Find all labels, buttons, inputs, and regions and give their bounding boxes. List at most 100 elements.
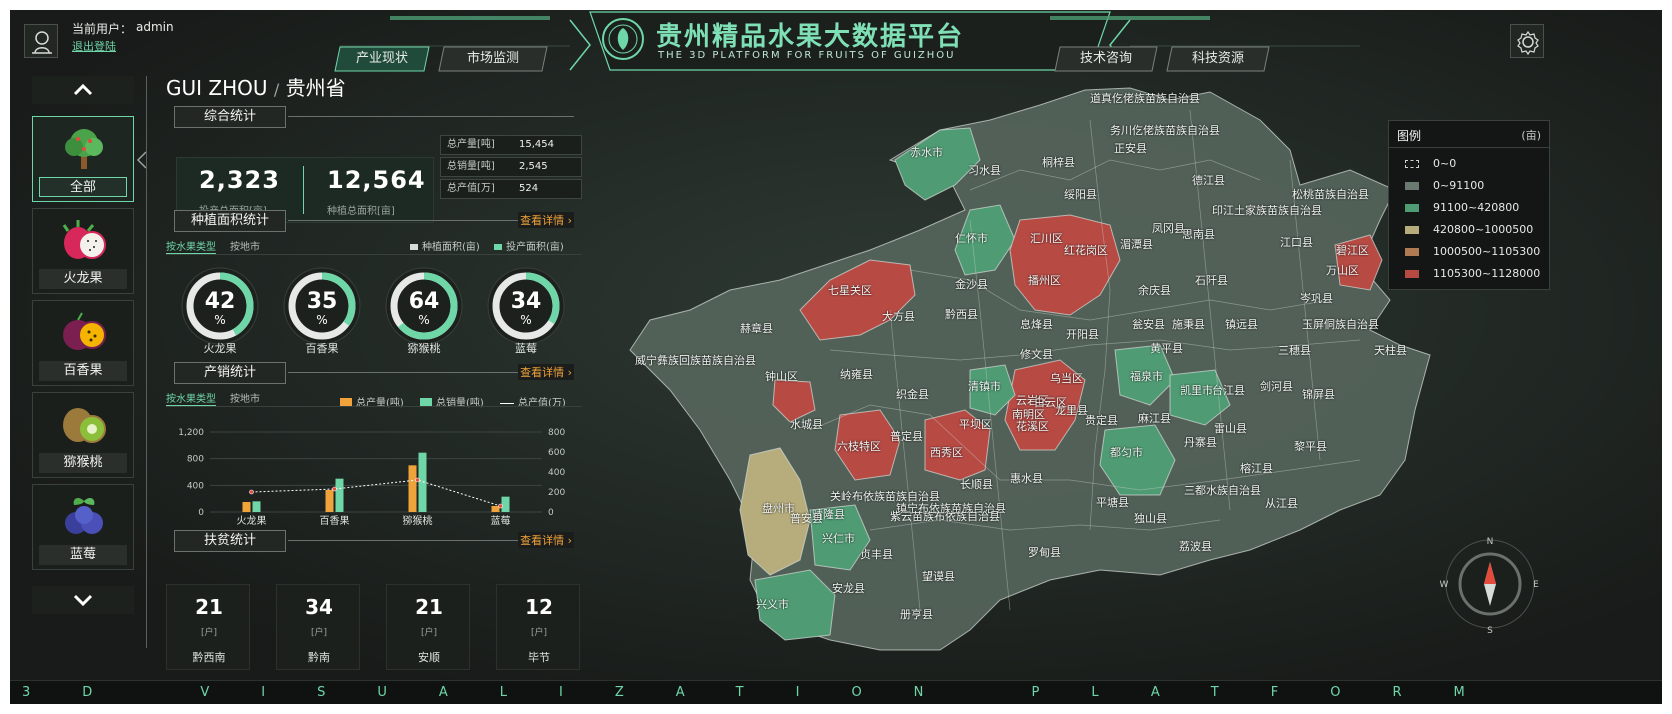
- map-county-label[interactable]: 独山县: [1134, 510, 1167, 526]
- map-county-label[interactable]: 三穗县: [1278, 342, 1311, 358]
- area-tab-by-city[interactable]: 按地市: [230, 238, 260, 253]
- map-county-label[interactable]: 汇川区: [1030, 230, 1063, 246]
- map-county-label[interactable]: 仁怀市: [955, 230, 988, 246]
- map-county-label[interactable]: 钟山区: [765, 368, 798, 384]
- map-county-label[interactable]: 赫章县: [740, 320, 773, 336]
- map-county-label[interactable]: 平坝区: [959, 416, 992, 432]
- map-county-label[interactable]: 麻江县: [1138, 410, 1171, 426]
- sidebar-item-all[interactable]: 全部: [32, 116, 134, 202]
- map-county-label[interactable]: 都匀市: [1110, 444, 1143, 460]
- map-county-label[interactable]: 印江土家族苗族自治县: [1212, 202, 1322, 218]
- sales-tab-by-city[interactable]: 按地市: [230, 390, 260, 405]
- map-county-label[interactable]: 息烽县: [1020, 316, 1053, 332]
- map-county-label[interactable]: 兴义市: [756, 596, 789, 612]
- area-tab-by-type[interactable]: 按水果类型: [166, 238, 216, 254]
- map-county-label[interactable]: 兴仁市: [822, 530, 855, 546]
- map-county-label[interactable]: 红花岗区: [1064, 242, 1108, 258]
- map-county-label[interactable]: 石阡县: [1195, 272, 1228, 288]
- map-county-label[interactable]: 习水县: [968, 162, 1001, 178]
- map-county-label[interactable]: 丹寨县: [1184, 434, 1217, 450]
- map-county-label[interactable]: 台江县: [1212, 382, 1245, 398]
- sidebar-item-dragon-fruit[interactable]: 火龙果: [32, 208, 134, 294]
- map-county-label[interactable]: 思南县: [1182, 226, 1215, 242]
- poverty-card-qianxinan[interactable]: 21 [户] 黔西南: [166, 584, 250, 670]
- map-county-label[interactable]: 锦屏县: [1302, 386, 1335, 402]
- tab-market[interactable]: 市场监测: [438, 46, 548, 72]
- map-county-label[interactable]: 松桃苗族自治县: [1292, 186, 1369, 202]
- map-county-label[interactable]: 剑河县: [1260, 378, 1293, 394]
- map-county-label[interactable]: 普安县: [790, 510, 823, 526]
- sidebar-item-blueberry[interactable]: 蓝莓: [32, 484, 134, 570]
- map-county-label[interactable]: 赤水市: [910, 144, 943, 160]
- map-county-label[interactable]: 凯里市: [1180, 382, 1213, 398]
- map-county-label[interactable]: 开阳县: [1066, 326, 1099, 342]
- map-county-label[interactable]: 威宁彝族回族苗族自治县: [635, 352, 756, 368]
- map-county-label[interactable]: 榕江县: [1240, 460, 1273, 476]
- map-county-label[interactable]: 桐梓县: [1042, 154, 1075, 170]
- map-county-label[interactable]: 碧江区: [1336, 242, 1369, 258]
- map-county-label[interactable]: 龙里县: [1055, 402, 1088, 418]
- poverty-more-link[interactable]: 查看详情 ›: [518, 532, 574, 548]
- map-county-label[interactable]: 平塘县: [1096, 494, 1129, 510]
- sidebar-item-kiwi[interactable]: 猕猴桃: [32, 392, 134, 478]
- map-county-label[interactable]: 安龙县: [832, 580, 865, 596]
- map-county-label[interactable]: 天柱县: [1374, 342, 1407, 358]
- map-county-label[interactable]: 惠水县: [1010, 470, 1043, 486]
- map-county-label[interactable]: 德江县: [1192, 172, 1225, 188]
- tab-tech-resource[interactable]: 科技资源: [1166, 46, 1270, 72]
- map-county-label[interactable]: 余庆县: [1138, 282, 1171, 298]
- map-county-label[interactable]: 六枝特区: [837, 438, 881, 454]
- map-county-label[interactable]: 万山区: [1326, 262, 1359, 278]
- logout-link[interactable]: 退出登陆: [72, 38, 116, 54]
- poverty-card-anshun[interactable]: 21 [户] 安顺: [386, 584, 470, 670]
- sales-tab-by-type[interactable]: 按水果类型: [166, 390, 216, 406]
- map-county-label[interactable]: 纳雍县: [840, 366, 873, 382]
- map-county-label[interactable]: 花溪区: [1016, 418, 1049, 434]
- map-county-label[interactable]: 水城县: [790, 416, 823, 432]
- sidebar-item-passion-fruit[interactable]: 百香果: [32, 300, 134, 386]
- map-county-label[interactable]: 乌当区: [1050, 370, 1083, 386]
- map-county-label[interactable]: 瓮安县: [1132, 316, 1165, 332]
- map-county-label[interactable]: 福泉市: [1130, 368, 1163, 384]
- poverty-card-bijie[interactable]: 12 [户] 毕节: [496, 584, 580, 670]
- map-county-label[interactable]: 三都水族自治县: [1184, 482, 1261, 498]
- sidebar-scroll-up[interactable]: [32, 76, 134, 104]
- map-county-label[interactable]: 大方县: [882, 308, 915, 324]
- map-county-label[interactable]: 西秀区: [930, 444, 963, 460]
- map-county-label[interactable]: 黔西县: [945, 306, 978, 322]
- settings-button[interactable]: [1510, 24, 1544, 58]
- map-county-label[interactable]: 岑巩县: [1300, 290, 1333, 306]
- map-county-label[interactable]: 玉屏侗族自治县: [1302, 316, 1379, 332]
- map-county-label[interactable]: 普定县: [890, 428, 923, 444]
- map-county-label[interactable]: 湄潭县: [1120, 236, 1153, 252]
- map-county-label[interactable]: 镇远县: [1225, 316, 1258, 332]
- poverty-card-qiannan[interactable]: 34 [户] 黔南: [276, 584, 360, 670]
- map-county-label[interactable]: 贵定县: [1085, 412, 1118, 428]
- map-county-label[interactable]: 荔波县: [1179, 538, 1212, 554]
- map-county-label[interactable]: 正安县: [1114, 140, 1147, 156]
- area-more-link[interactable]: 查看详情 ›: [518, 212, 574, 228]
- map-county-label[interactable]: 望谟县: [922, 568, 955, 584]
- map-county-label[interactable]: 从江县: [1265, 495, 1298, 511]
- map-county-label[interactable]: 织金县: [896, 386, 929, 402]
- map-county-label[interactable]: 黄平县: [1150, 340, 1183, 356]
- tab-tech-consult[interactable]: 技术咨询: [1054, 46, 1158, 72]
- tab-industry[interactable]: 产业现状: [334, 46, 430, 72]
- sales-more-link[interactable]: 查看详情 ›: [518, 364, 574, 380]
- map-county-label[interactable]: 绥阳县: [1064, 186, 1097, 202]
- map-county-label[interactable]: 务川仡佬族苗族自治县: [1110, 122, 1220, 138]
- sidebar-scroll-down[interactable]: [32, 586, 134, 614]
- map-county-label[interactable]: 修文县: [1020, 346, 1053, 362]
- map-county-label[interactable]: 施秉县: [1172, 316, 1205, 332]
- map-county-label[interactable]: 七星关区: [828, 282, 872, 298]
- map-county-label[interactable]: 紫云苗族布依族自治县: [890, 508, 1000, 524]
- map-county-label[interactable]: 雷山县: [1214, 420, 1247, 436]
- map-county-label[interactable]: 贞丰县: [860, 546, 893, 562]
- compass-control[interactable]: N E S W: [1440, 534, 1540, 634]
- user-avatar[interactable]: [24, 24, 58, 58]
- map-county-label[interactable]: 罗甸县: [1028, 544, 1061, 560]
- map-county-label[interactable]: 江口县: [1280, 234, 1313, 250]
- map-county-label[interactable]: 长顺县: [960, 476, 993, 492]
- map-county-label[interactable]: 黎平县: [1294, 438, 1327, 454]
- map-county-label[interactable]: 播州区: [1028, 272, 1061, 288]
